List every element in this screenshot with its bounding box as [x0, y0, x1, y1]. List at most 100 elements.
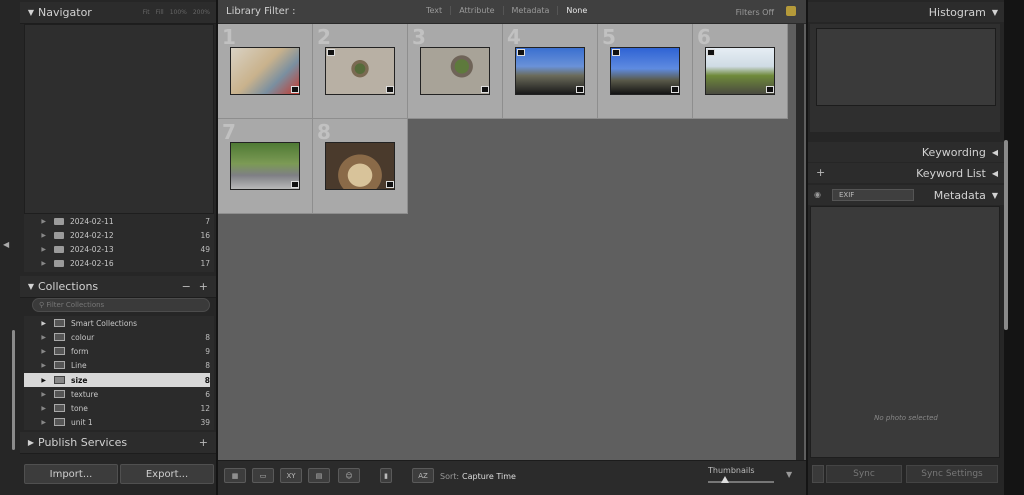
- collection-item[interactable]: ▶ Line 8: [24, 358, 210, 372]
- sync-settings-button[interactable]: Sync Settings: [906, 465, 998, 483]
- disclosure-arrow-icon[interactable]: ▶: [24, 320, 46, 327]
- compare-view-icon[interactable]: XY: [280, 468, 302, 483]
- collections-header[interactable]: ▼ Collections − +: [20, 276, 216, 298]
- sort-direction-icon[interactable]: AZ: [412, 468, 434, 483]
- add-publish-service-icon[interactable]: +: [199, 436, 208, 449]
- filter-none[interactable]: None: [558, 6, 595, 15]
- metadata-preset-value: EXIF: [839, 191, 855, 199]
- metadata-preset-select[interactable]: EXIF: [832, 189, 914, 201]
- slider-knob[interactable]: [720, 476, 729, 483]
- sort-dropdown[interactable]: Capture Time: [462, 472, 516, 481]
- toolbar-menu-chevron-icon[interactable]: ▼: [786, 470, 792, 479]
- keywording-header[interactable]: Keywording ◀: [808, 142, 1004, 162]
- publish-services-header[interactable]: ▶ Publish Services +: [20, 432, 216, 454]
- sync-toggle-switch[interactable]: [812, 465, 824, 483]
- photo-cell[interactable]: 7: [218, 119, 313, 214]
- smart-collections-item[interactable]: ▶ Smart Collections: [24, 316, 210, 330]
- photo-thumbnail[interactable]: [325, 47, 395, 95]
- collection-item[interactable]: ▶ form 9: [24, 344, 210, 358]
- photo-cell[interactable]: 2: [313, 24, 408, 119]
- collection-item[interactable]: ▶ colour 8: [24, 330, 210, 344]
- filter-attribute[interactable]: Attribute: [451, 6, 504, 15]
- collection-icon: [54, 376, 65, 384]
- collection-badge-icon: [291, 86, 299, 93]
- histogram-title: Histogram: [928, 5, 986, 19]
- disclosure-arrow-icon[interactable]: ▶: [24, 218, 46, 225]
- sync-button[interactable]: Sync: [826, 465, 902, 483]
- photo-cell[interactable]: 8: [313, 119, 408, 214]
- photo-cell[interactable]: 3: [408, 24, 503, 119]
- folder-item[interactable]: ▶ 2024-02-13 49: [24, 242, 210, 256]
- collections-title: Collections: [38, 280, 99, 293]
- expand-down-icon: ▼: [991, 190, 998, 200]
- photo-cell[interactable]: 1: [218, 24, 313, 119]
- right-panel-scrollbar[interactable]: [1004, 140, 1008, 330]
- collection-count: 8: [205, 360, 210, 370]
- remove-collection-icon[interactable]: −: [182, 280, 191, 293]
- folder-item[interactable]: ▶ 2024-02-11 7: [24, 214, 210, 228]
- collection-name: Line: [71, 360, 87, 370]
- disclosure-arrow-icon[interactable]: ▶: [24, 405, 46, 412]
- expand-down-icon: ▼: [27, 282, 35, 291]
- histogram-header[interactable]: Histogram ▼: [808, 2, 1004, 22]
- keyword-list-header[interactable]: Keyword List ◀: [808, 163, 1004, 183]
- navigator-preview[interactable]: [24, 24, 214, 214]
- lock-icon[interactable]: [786, 6, 796, 16]
- expand-right-icon: ▶: [27, 438, 35, 447]
- filter-metadata[interactable]: Metadata: [504, 6, 559, 15]
- grid-view-icon[interactable]: ▦: [224, 468, 246, 483]
- disclosure-arrow-icon[interactable]: ▶: [24, 232, 46, 239]
- add-keyword-icon[interactable]: +: [816, 166, 825, 179]
- photo-cell[interactable]: 5: [598, 24, 693, 119]
- loupe-view-icon[interactable]: ▭: [252, 468, 274, 483]
- navigator-zoom-200[interactable]: 200%: [193, 9, 210, 16]
- folder-item[interactable]: ▶ 2024-02-16 17: [24, 256, 210, 270]
- edited-badge-icon: [517, 49, 525, 56]
- survey-view-icon[interactable]: ▤: [308, 468, 330, 483]
- navigator-header[interactable]: ▼ Navigator Fit Fill 100% 200%: [20, 2, 216, 24]
- filters-off-dropdown[interactable]: Filters Off: [736, 8, 774, 17]
- import-button[interactable]: Import...: [24, 464, 118, 484]
- collection-item[interactable]: ▶ tone 12: [24, 401, 210, 415]
- photo-index: 2: [317, 25, 331, 49]
- people-view-icon[interactable]: ☺: [338, 468, 360, 483]
- filter-text[interactable]: Text: [418, 6, 452, 15]
- thumbnail-size-slider[interactable]: [708, 481, 774, 483]
- left-panel-scrollbar[interactable]: [12, 330, 15, 450]
- photo-thumbnail[interactable]: [230, 47, 300, 95]
- add-collection-icon[interactable]: +: [199, 280, 208, 293]
- disclosure-arrow-icon[interactable]: ▶: [24, 334, 46, 341]
- collection-item-selected[interactable]: ▶ size 8: [24, 373, 210, 387]
- navigator-zoom-100[interactable]: 100%: [170, 9, 187, 16]
- photo-cell[interactable]: 4: [503, 24, 598, 119]
- disclosure-arrow-icon[interactable]: ▶: [24, 391, 46, 398]
- photo-thumbnail[interactable]: [705, 47, 775, 95]
- photo-thumbnail[interactable]: [230, 142, 300, 190]
- navigator-zoom-fit[interactable]: Fit: [143, 9, 150, 16]
- library-filter-bar: Library Filter : Text Attribute Metadata…: [218, 0, 806, 24]
- photo-thumbnail[interactable]: [420, 47, 490, 95]
- collection-item[interactable]: ▶ texture 6: [24, 387, 210, 401]
- folder-count: 7: [205, 216, 210, 226]
- eye-icon[interactable]: ◉: [814, 190, 821, 199]
- painter-icon[interactable]: ▮: [380, 468, 392, 483]
- photo-thumbnail[interactable]: [610, 47, 680, 95]
- photo-thumbnail[interactable]: [515, 47, 585, 95]
- grid-scrollbar[interactable]: [796, 24, 804, 460]
- export-button[interactable]: Export...: [120, 464, 214, 484]
- disclosure-arrow-icon[interactable]: ▶: [24, 377, 46, 384]
- disclosure-arrow-icon[interactable]: ▶: [24, 362, 46, 369]
- disclosure-arrow-icon[interactable]: ▶: [24, 348, 46, 355]
- metadata-title: Metadata: [933, 188, 986, 202]
- disclosure-arrow-icon[interactable]: ▶: [24, 419, 46, 426]
- collection-count: 39: [200, 417, 210, 427]
- collections-search-input[interactable]: ⚲ Filter Collections: [32, 298, 210, 312]
- photo-thumbnail[interactable]: [325, 142, 395, 190]
- photo-cell[interactable]: 6: [693, 24, 788, 119]
- collection-badge-icon: [386, 181, 394, 188]
- folder-item[interactable]: ▶ 2024-02-12 16: [24, 228, 210, 242]
- disclosure-arrow-icon[interactable]: ▶: [24, 246, 46, 253]
- disclosure-arrow-icon[interactable]: ▶: [24, 260, 46, 267]
- collection-item[interactable]: ▶ unit 1 39: [24, 415, 210, 429]
- navigator-zoom-fill[interactable]: Fill: [156, 9, 164, 16]
